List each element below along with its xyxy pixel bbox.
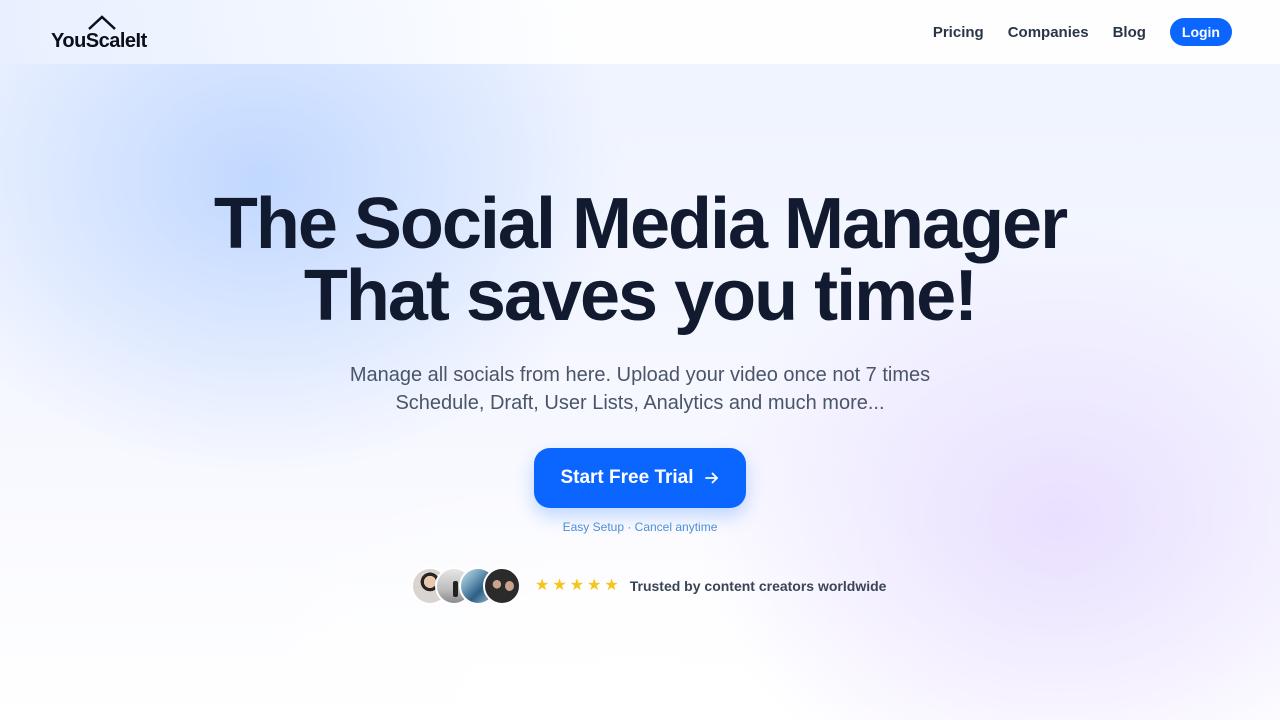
- setup-note: Easy Setup · Cancel anytime: [562, 520, 718, 534]
- star-icon: ★: [535, 577, 550, 594]
- brand-logo[interactable]: YouScaleIt: [51, 14, 161, 54]
- headline-line-2: That saves you time!: [303, 256, 978, 336]
- social-proof: ★ ★ ★ ★ ★ Trusted by content creators worldw…: [411, 567, 886, 605]
- start-free-trial-button[interactable]: Start Free Trial: [534, 448, 746, 508]
- subtext-line-2: Schedule, Draft, User Lists, Analytics a…: [395, 392, 885, 414]
- hero-subtext: Manage all socials from here. Upload you…: [0, 361, 1280, 417]
- avatar: [483, 567, 521, 605]
- avatar-group: [411, 567, 521, 605]
- trusted-text: Trusted by content creators worldwide: [629, 578, 887, 594]
- cta-label: Start Free Trial: [560, 467, 694, 488]
- login-button[interactable]: Login: [1169, 18, 1232, 46]
- headline-line-1: The Social Media Manager: [213, 184, 1068, 264]
- top-header: YouScaleIt Pricing Companies Blog Login: [0, 0, 1280, 64]
- star-icon: ★: [569, 577, 585, 594]
- arrow-right-icon: [704, 472, 718, 484]
- roof-icon: [88, 15, 116, 30]
- rating-stars: ★ ★ ★ ★ ★: [535, 578, 622, 594]
- nav-link-pricing[interactable]: Pricing: [933, 24, 984, 41]
- star-icon: ★: [587, 577, 602, 594]
- main-nav: Pricing Companies Blog Login: [909, 18, 1232, 46]
- subtext-line-1: Manage all socials from here. Upload you…: [349, 364, 931, 386]
- star-icon: ★: [552, 577, 567, 594]
- nav-link-companies[interactable]: Companies: [1008, 24, 1089, 41]
- brand-name: YouScaleIt: [51, 30, 147, 52]
- star-icon: ★: [604, 577, 619, 594]
- nav-link-blog[interactable]: Blog: [1113, 24, 1146, 41]
- hero-headline: The Social Media Manager That saves you …: [0, 188, 1280, 332]
